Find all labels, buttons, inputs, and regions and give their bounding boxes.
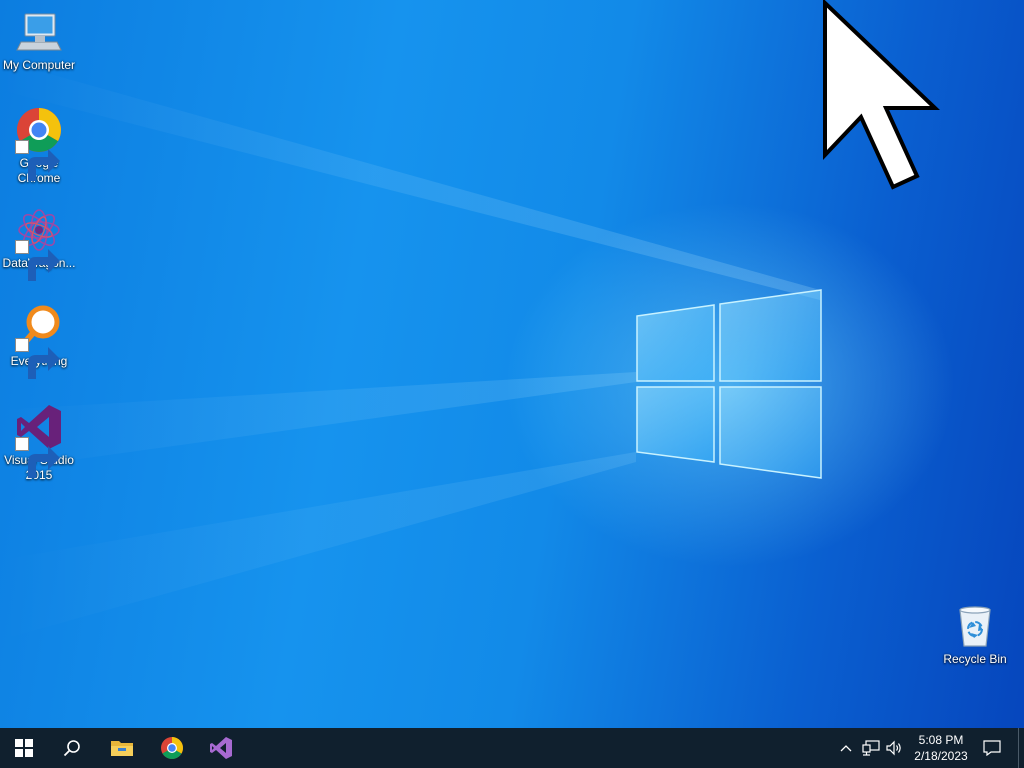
visual-studio-icon: [210, 737, 232, 759]
visual-studio-icon: [15, 403, 63, 478]
action-center-button[interactable]: [978, 728, 1006, 768]
taskbar-clock[interactable]: 5:08 PM 2/18/2023: [906, 728, 976, 768]
clock-date: 2/18/2023: [914, 749, 968, 763]
taskbar-google-chrome[interactable]: [148, 728, 196, 768]
shortcut-arrow-icon: [15, 140, 60, 181]
chrome-icon: [15, 106, 63, 181]
action-center-icon: [983, 740, 1001, 756]
desktop-icon-label: Recycle Bin: [943, 652, 1007, 666]
network-button[interactable]: [860, 728, 882, 768]
desktop-icon-my-computer[interactable]: My Computer: [0, 8, 78, 73]
datawagon-icon: [15, 206, 63, 281]
network-icon: [862, 740, 880, 756]
recycle-bin-icon: [951, 602, 999, 650]
desktop-screen: My Computer Google Chrome: [0, 0, 1024, 768]
everything-search-icon: [15, 304, 63, 379]
search-icon: [63, 740, 80, 757]
file-explorer-icon: [111, 741, 133, 756]
volume-button[interactable]: [883, 728, 905, 768]
taskbar: 5:08 PM 2/18/2023: [0, 728, 1024, 768]
show-hidden-icons-button[interactable]: [835, 728, 857, 768]
show-desktop-button[interactable]: [1018, 728, 1024, 768]
computer-icon: [15, 8, 63, 56]
start-button[interactable]: [0, 728, 48, 768]
chevron-up-icon: [840, 745, 852, 752]
mouse-pointer-icon: [823, 0, 940, 190]
desktop-icon-visual-studio-2015[interactable]: Visual Studio 2015: [0, 403, 78, 483]
taskbar-file-explorer[interactable]: [98, 728, 146, 768]
volume-icon: [886, 740, 901, 756]
desktop-icon-label: My Computer: [2, 58, 76, 72]
desktop-icon-everything[interactable]: Everything: [0, 304, 78, 379]
shortcut-arrow-icon: [15, 338, 60, 379]
desktop-icon-datawagon[interactable]: DataWagon...: [0, 206, 78, 281]
windows-logo-icon: [15, 739, 33, 757]
desktop-icon-google-chrome[interactable]: Google Chrome: [0, 106, 78, 186]
chrome-icon: [161, 737, 183, 759]
taskbar-visual-studio[interactable]: [197, 728, 245, 768]
search-button[interactable]: [48, 728, 96, 768]
desktop-icon-recycle-bin[interactable]: Recycle Bin: [936, 602, 1014, 667]
shortcut-arrow-icon: [15, 240, 60, 281]
shortcut-arrow-icon: [15, 437, 60, 478]
clock-time: 5:08 PM: [918, 733, 964, 747]
